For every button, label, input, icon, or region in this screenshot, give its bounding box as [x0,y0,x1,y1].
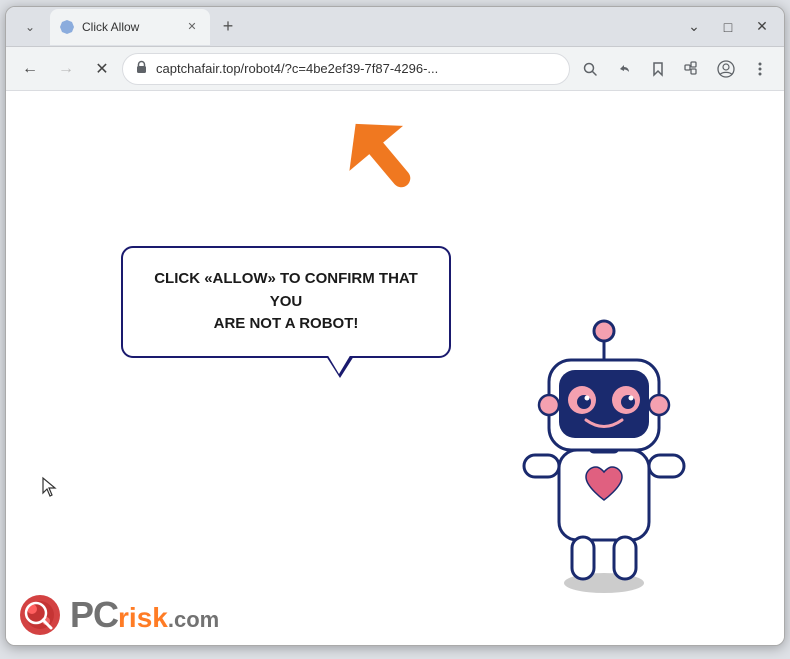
robot-illustration [504,305,704,585]
reload-button[interactable]: ✕ [86,53,118,85]
dotcom-text: .com [168,607,219,633]
tab-close-button[interactable]: ✕ [184,19,200,35]
search-icon-button[interactable] [574,53,606,85]
pcrisk-logo-icon [18,593,62,637]
tab-favicon [60,20,74,34]
maximize-button[interactable]: □ [714,13,742,41]
menu-icon-button[interactable] [744,53,776,85]
bookmark-icon-button[interactable] [642,53,674,85]
tab-title: Click Allow [82,20,139,34]
share-icon-button[interactable] [608,53,640,85]
close-button[interactable]: ✕ [748,13,776,41]
page-content: CLICK «ALLOW» TO CONFIRM THAT YOU ARE NO… [6,91,784,645]
profile-icon-button[interactable] [710,53,742,85]
url-text: captchafair.top/robot4/?c=4be2ef39-7f87-… [156,61,557,76]
risk-text: risk [118,604,168,632]
nav-bar: ← → ✕ captchafair.top/robot4/?c=4be2ef39… [6,47,784,91]
pcrisk-text-container: PC risk .com [70,597,219,633]
lock-icon [135,60,148,77]
address-bar[interactable]: captchafair.top/robot4/?c=4be2ef39-7f87-… [122,53,570,85]
speech-bubble: CLICK «ALLOW» TO CONFIRM THAT YOU ARE NO… [121,246,451,358]
bubble-text: CLICK «ALLOW» TO CONFIRM THAT YOU ARE NO… [147,268,425,336]
title-bar: ⌄ Click Allow ✕ + ⌄ □ ✕ [6,7,784,47]
new-tab-button[interactable]: + [214,13,242,41]
back-button[interactable]: ← [14,53,46,85]
browser-window: ⌄ Click Allow ✕ + ⌄ □ ✕ ← → ✕ [5,6,785,646]
nav-icons-right [574,53,776,85]
tab-list-button[interactable]: ⌄ [14,11,46,43]
extensions-icon-button[interactable] [676,53,708,85]
forward-button[interactable]: → [50,53,82,85]
window-controls: ⌄ □ ✕ [680,13,776,41]
mouse-cursor [41,476,59,501]
pc-text: PC [70,597,118,633]
pcrisk-watermark: PC risk .com [18,593,219,637]
active-tab[interactable]: Click Allow ✕ [50,9,210,45]
minimize-button[interactable]: ⌄ [680,13,708,41]
